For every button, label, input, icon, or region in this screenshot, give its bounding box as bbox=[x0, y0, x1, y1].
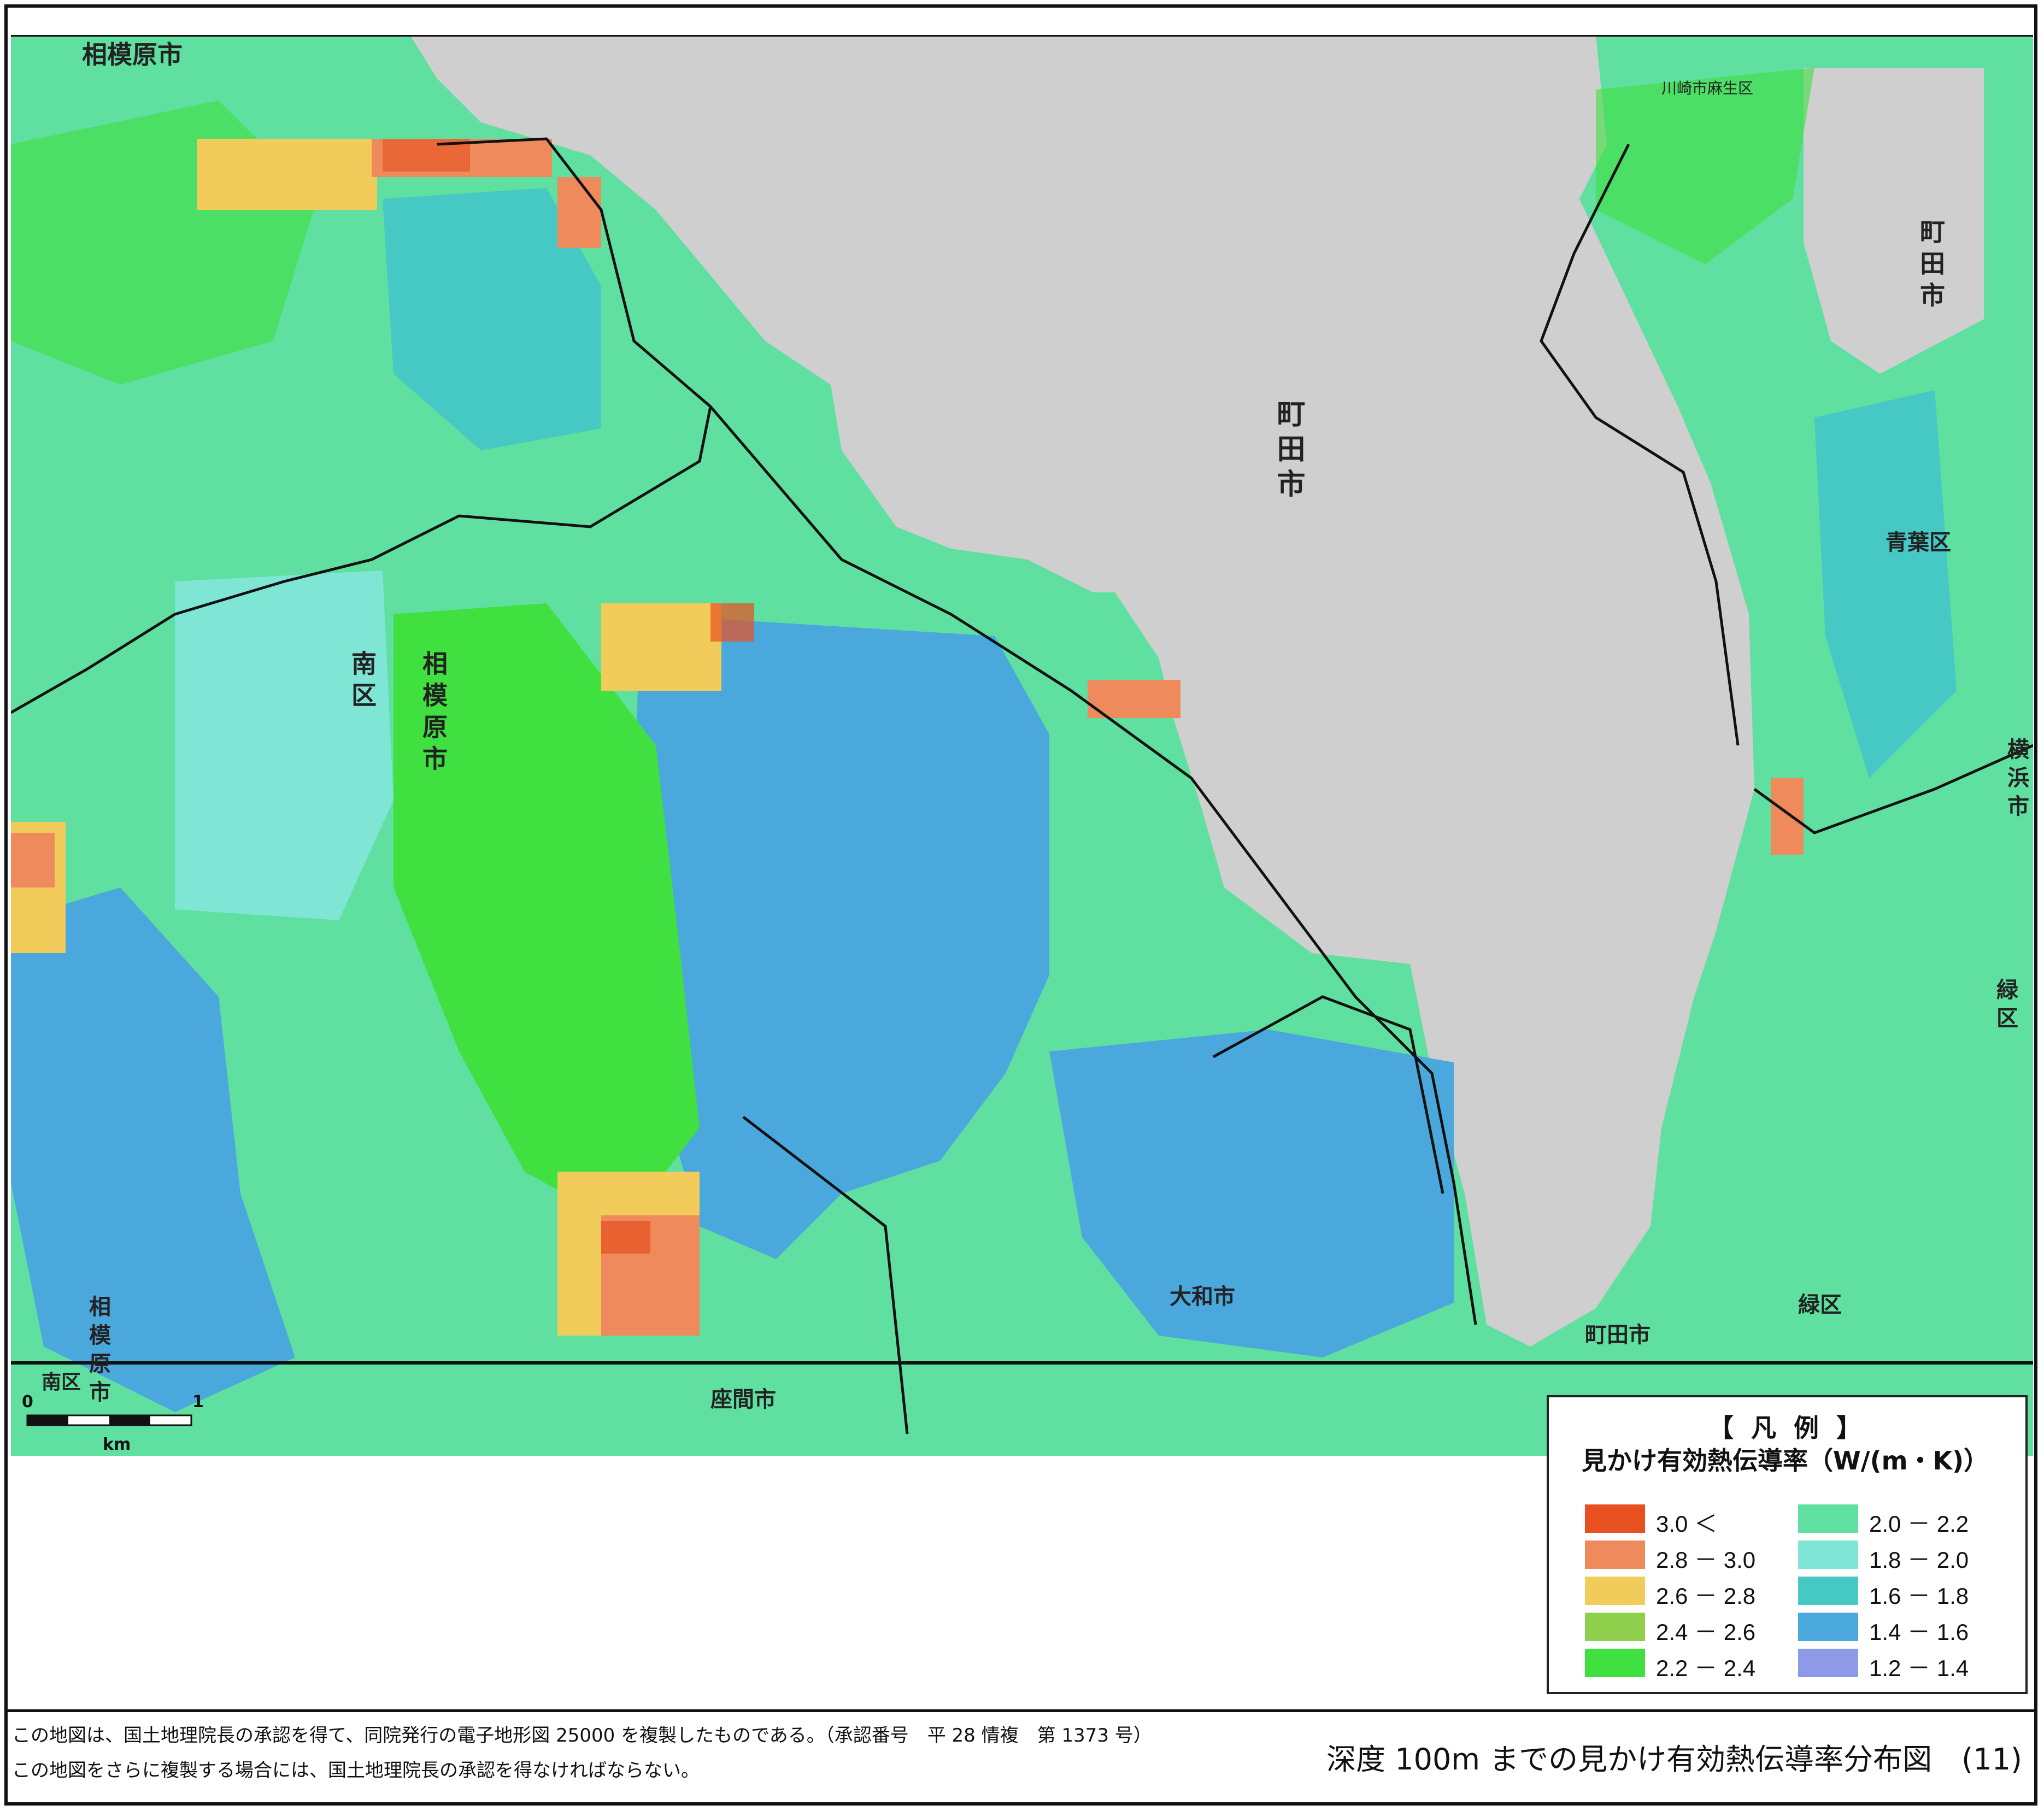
zone-yellow-nw bbox=[197, 139, 377, 210]
zone-yellow-center bbox=[601, 603, 721, 691]
footer-divider bbox=[4, 1709, 2037, 1712]
zone-red-center bbox=[710, 603, 754, 642]
label-minami-ku: 南区 bbox=[348, 650, 377, 714]
label-machida-south: 町田市 bbox=[1585, 1322, 1651, 1348]
label-minami-ku-sw: 南区 bbox=[42, 1371, 81, 1393]
legend-swatch bbox=[1585, 1540, 1645, 1569]
footer-note-2: この地図をさらに複製する場合には、国土地理院長の承認を得なければならない。 bbox=[12, 1760, 700, 1781]
legend-label: 1.6 － 1.8 bbox=[1869, 1583, 1969, 1609]
label-zama: 座間市 bbox=[710, 1387, 776, 1412]
scale-one: 1 bbox=[192, 1392, 204, 1412]
legend-swatch bbox=[1798, 1613, 1858, 1641]
legend-swatch bbox=[1585, 1577, 1645, 1605]
label-kawasaki: 川崎市麻生区 bbox=[1661, 79, 1754, 97]
legend-title: 【 凡 例 】 bbox=[1708, 1413, 1866, 1443]
label-machida-ne: 町田市 bbox=[1916, 219, 1946, 314]
map-title: 深度 100m までの見かけ有効熱伝導率分布図 (11) bbox=[1326, 1742, 2022, 1777]
legend-swatch bbox=[1585, 1613, 1645, 1641]
legend-label: 3.0 ＜ bbox=[1656, 1511, 1718, 1537]
label-midori-ku-south: 緑区 bbox=[1798, 1292, 1842, 1318]
legend-label: 1.8 － 2.0 bbox=[1869, 1547, 1969, 1573]
zone-orange-east bbox=[1771, 778, 1804, 855]
legend-swatch bbox=[1798, 1649, 1858, 1677]
legend-unit: 見かけ有効熱伝導率（W/(m・K)） bbox=[1582, 1446, 1989, 1475]
legend-swatch bbox=[1798, 1540, 1858, 1569]
scale-bar-graphic bbox=[26, 1414, 192, 1426]
label-yamato: 大和市 bbox=[1170, 1284, 1235, 1309]
legend-label: 2.6 － 2.8 bbox=[1656, 1583, 1756, 1609]
legend-swatch bbox=[1798, 1504, 1858, 1533]
conductivity-map bbox=[11, 35, 2033, 1456]
label-yokohama: 横浜市 bbox=[2004, 738, 2029, 823]
legend-label: 2.8 － 3.0 bbox=[1656, 1547, 1756, 1573]
zone-orange-west bbox=[11, 833, 55, 887]
legend-label: 2.4 － 2.6 bbox=[1656, 1619, 1756, 1645]
legend-label: 1.4 － 1.6 bbox=[1869, 1619, 1969, 1645]
zone-lightcyan-w bbox=[175, 571, 393, 920]
legend-swatch bbox=[1585, 1504, 1645, 1533]
scale-zero: 0 bbox=[22, 1392, 33, 1412]
legend-label: 2.2 － 2.4 bbox=[1656, 1655, 1756, 1681]
label-sagamihara-sw: 相模原市 bbox=[85, 1295, 110, 1409]
label-sagamihara-mid: 相模原市 bbox=[419, 650, 448, 777]
legend-swatch bbox=[1585, 1649, 1645, 1677]
label-machida-center: 町田市 bbox=[1272, 399, 1305, 504]
label-sagamihara-top: 相模原市 bbox=[82, 40, 183, 69]
scale-unit: km bbox=[103, 1435, 131, 1454]
legend: 【 凡 例 】 見かけ有効熱伝導率（W/(m・K)） 3.0 ＜ 2.8 － 3.… bbox=[1547, 1395, 2028, 1694]
legend-label: 1.2 － 1.4 bbox=[1869, 1655, 1969, 1681]
legend-label: 2.0 － 2.2 bbox=[1869, 1511, 1969, 1537]
scale-bar: 0 1 km bbox=[22, 1392, 208, 1467]
urban-area-ne bbox=[1804, 68, 1984, 374]
label-midori-ku-east: 緑区 bbox=[1993, 978, 2018, 1035]
legend-swatch bbox=[1798, 1577, 1858, 1605]
label-aoba-ku: 青葉区 bbox=[1886, 530, 1951, 555]
zone-red-south bbox=[601, 1221, 650, 1254]
zone-orange-nw2 bbox=[557, 177, 601, 248]
footer-note-1: この地図は、国土地理院長の承認を得て、同院発行の電子地形図 25000 を複製し… bbox=[12, 1725, 1152, 1747]
